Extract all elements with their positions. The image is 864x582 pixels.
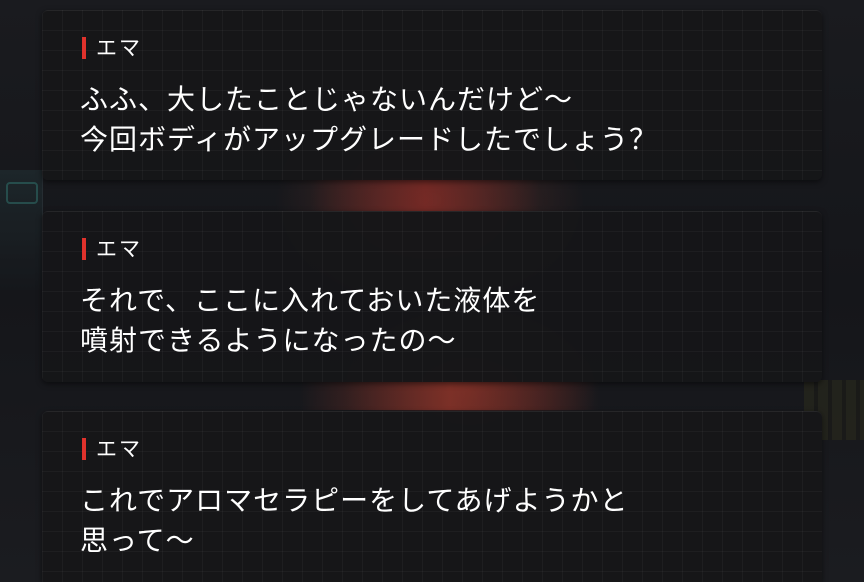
dialogue-line: 思って～: [80, 524, 195, 557]
dialogue-line: それで、ここに入れておいた液体を: [80, 284, 541, 317]
dialogue-log-entry[interactable]: エマ それで、ここに入れておいた液体を 噴射できるようになったの～: [42, 211, 822, 382]
dialogue-line: 噴射できるようになったの～: [80, 324, 457, 357]
speaker-marker-icon: [82, 238, 86, 260]
background-screen-glow: [6, 182, 38, 204]
dialogue-line: これでアロマセラピーをしてあげようかと: [80, 484, 629, 517]
dialogue-line: 今回ボディがアップグレードしたでしょう？: [80, 123, 659, 156]
dialogue-log[interactable]: エマ ふふ、大したことじゃないんだけど～ 今回ボディがアップグレードしたでしょう…: [42, 0, 822, 582]
dialogue-line: ふふ、大したことじゃないんだけど～: [80, 83, 574, 116]
speaker-tag: エマ: [82, 437, 142, 461]
game-scene: エマ ふふ、大したことじゃないんだけど～ 今回ボディがアップグレードしたでしょう…: [0, 0, 864, 582]
speaker-marker-icon: [82, 37, 86, 59]
speaker-name: エマ: [96, 237, 142, 261]
dialogue-log-entry[interactable]: エマ これでアロマセラピーをしてあげようかと 思って～: [42, 411, 822, 582]
speaker-marker-icon: [82, 438, 86, 460]
speaker-name: エマ: [96, 437, 142, 461]
speaker-tag: エマ: [82, 36, 142, 60]
speaker-tag: エマ: [82, 237, 142, 261]
dialogue-log-entry[interactable]: エマ ふふ、大したことじゃないんだけど～ 今回ボディがアップグレードしたでしょう…: [42, 10, 822, 180]
speaker-name: エマ: [96, 36, 142, 60]
